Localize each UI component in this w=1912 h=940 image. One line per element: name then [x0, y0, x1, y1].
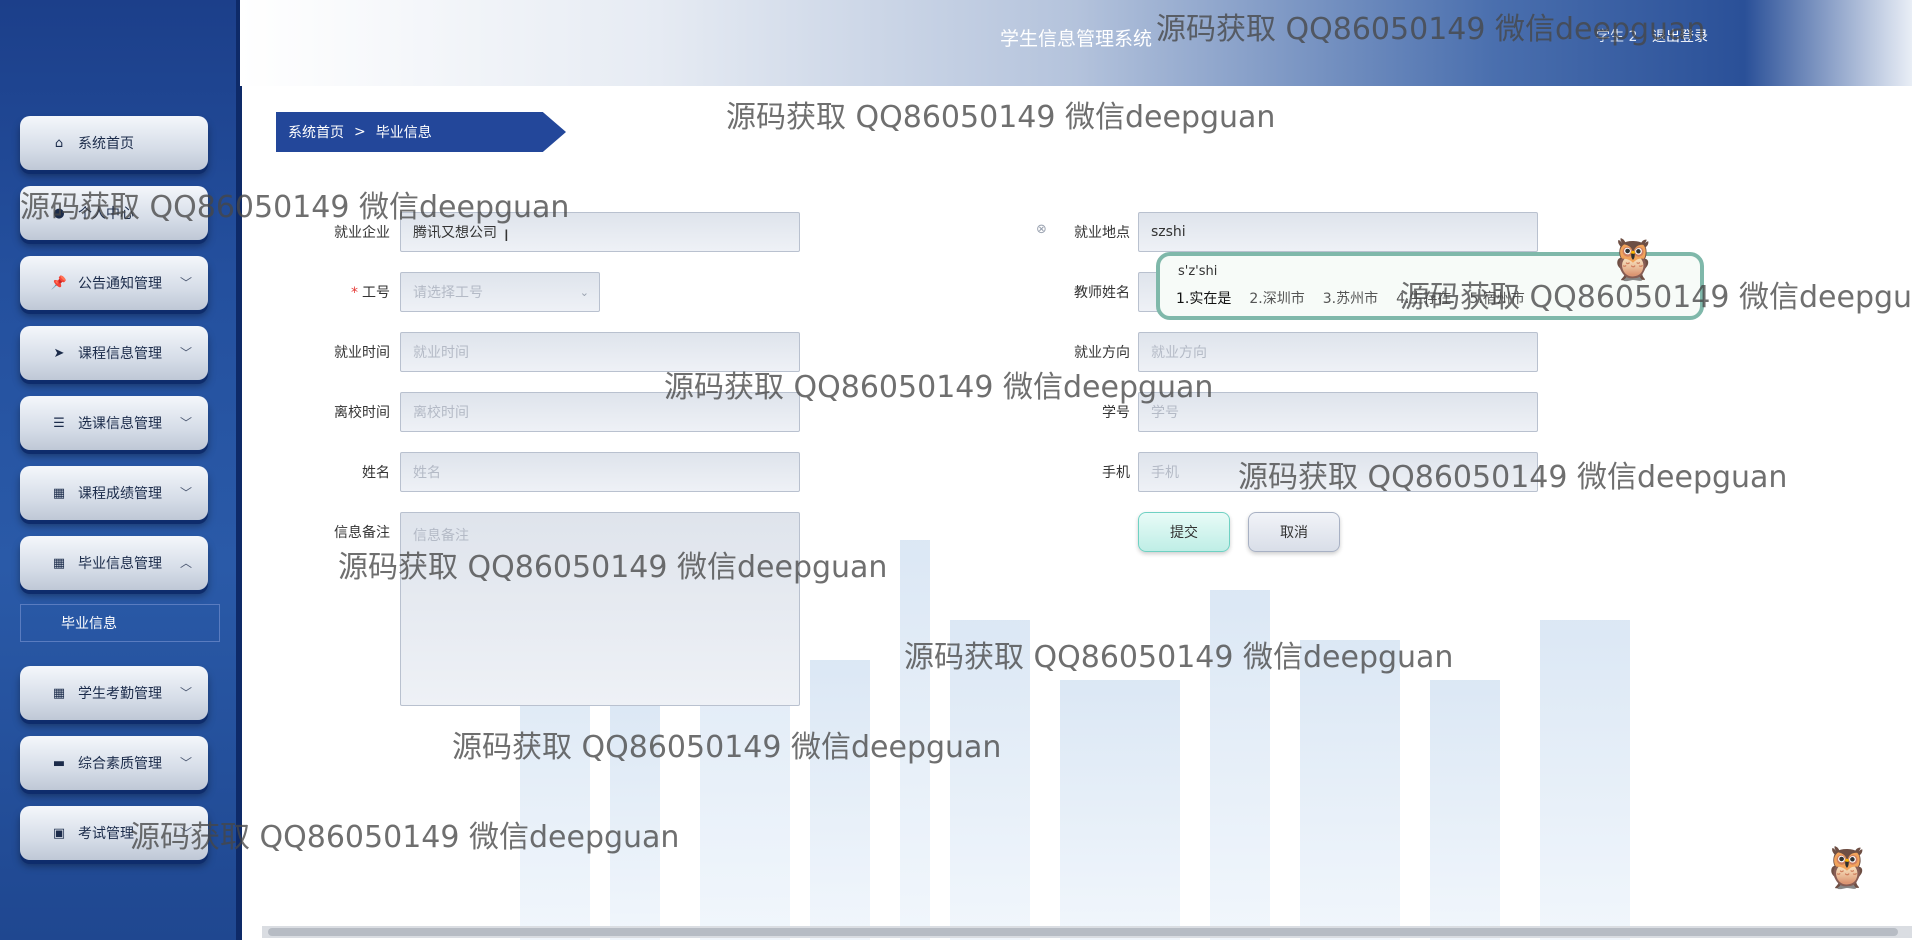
submit-button[interactable]: 提交 — [1138, 512, 1230, 552]
watermark: 源码获取 QQ86050149 微信deepguan — [904, 640, 1454, 675]
chevron-down-icon: ﹀ — [179, 686, 192, 700]
sidebar-item-8[interactable]: ▬ 综合素质管理 ﹀ — [20, 736, 208, 790]
sidebar-item-label: 选课信息管理 — [78, 416, 162, 432]
app-title: 学生信息管理系统 — [1000, 28, 1153, 50]
required-mark: * — [351, 285, 358, 301]
watermark: 源码获取 QQ86050149 微信deepguan — [20, 190, 570, 225]
owl-mascot-icon: 🦉 — [1822, 845, 1872, 891]
watermark: 源码获取 QQ86050149 微信deepguan — [452, 730, 1002, 765]
label-job-no-text: 工号 — [362, 285, 390, 301]
label-location: 就业地点 — [1074, 225, 1130, 241]
chevron-down-icon: ﹀ — [179, 756, 192, 770]
watermark: 源码获取 QQ86050149 微信deepguan — [726, 100, 1276, 135]
home-icon: ⌂ — [54, 135, 64, 151]
text-cursor-icon: I — [504, 226, 509, 245]
breadcrumb-separator: > — [354, 124, 366, 140]
grid-icon: ▦ — [52, 555, 66, 571]
chevron-down-icon: ﹀ — [179, 416, 192, 430]
label-remark: 信息备注 — [334, 525, 390, 541]
sliders-icon: ☰ — [53, 415, 65, 431]
sidebar-item-4[interactable]: ☰ 选课信息管理 ﹀ — [20, 396, 208, 450]
breadcrumb: 系统首页 > 毕业信息 — [276, 112, 566, 152]
laptop-icon: ▬ — [52, 755, 66, 771]
label-job-no: * 工号 — [290, 282, 390, 302]
label-phone: 手机 — [1102, 465, 1130, 481]
chevron-down-icon: ⌄ — [579, 285, 589, 299]
sidebar-item-5[interactable]: ▦ 课程成绩管理 ﹀ — [20, 466, 208, 520]
grid-icon: ▦ — [52, 685, 66, 701]
pin-icon: 📌 — [50, 275, 68, 291]
watermark: 源码获取 QQ86050149 微信deepguan — [1156, 12, 1706, 47]
watermark: 源码获取 QQ86050149 微信deepguan — [664, 370, 1214, 405]
wallet-icon: ▣ — [52, 825, 66, 841]
chevron-down-icon: ﹀ — [179, 486, 192, 500]
sidebar-item-0[interactable]: ⌂ 系统首页 — [20, 116, 208, 170]
sidebar-item-label: 课程信息管理 — [78, 346, 162, 362]
watermark: 源码获取 QQ86050149 微信deepguan — [1238, 460, 1788, 495]
sidebar-item-6[interactable]: ▦ 毕业信息管理 ︿ — [20, 536, 208, 590]
label-name: 姓名 — [362, 465, 390, 481]
chevron-up-icon: ︿ — [179, 556, 192, 570]
sidebar-item-label: 学生考勤管理 — [78, 686, 162, 702]
ime-candidate[interactable]: 3.苏州市 — [1323, 288, 1378, 308]
label-leave-time: 离校时间 — [334, 405, 390, 421]
ime-composition: s'z'shi — [1178, 264, 1218, 279]
send-icon: ➤ — [53, 345, 65, 361]
watermark: 源码获取 QQ86050149 微信deepguan — [130, 820, 680, 855]
sidebar-item-label: 毕业信息管理 — [78, 556, 162, 572]
sidebar-item-label: 课程成绩管理 — [78, 486, 162, 502]
scrollbar-thumb[interactable] — [268, 928, 1898, 936]
grid-icon: ▦ — [52, 485, 66, 501]
watermark: 源码获取 QQ86050149 微信deepguan — [1400, 280, 1912, 315]
label-direction: 就业方向 — [1074, 345, 1130, 361]
ime-candidate[interactable]: 1.实在是 — [1176, 288, 1231, 308]
sidebar-item-label: 考试管理 — [78, 826, 134, 842]
watermark: 源码获取 QQ86050149 微信deepguan — [338, 550, 888, 585]
breadcrumb-current: 毕业信息 — [375, 125, 432, 141]
ime-candidate[interactable]: 2.深圳市 — [1249, 288, 1304, 308]
location-input[interactable]: szshi — [1138, 212, 1538, 252]
chevron-down-icon: ﹀ — [179, 276, 192, 290]
sidebar-subitem-graduation-info[interactable]: 毕业信息 — [20, 604, 220, 642]
job-no-select[interactable]: 请选择工号 ⌄ — [400, 272, 600, 312]
breadcrumb-home[interactable]: 系统首页 — [288, 122, 344, 142]
sidebar-item-3[interactable]: ➤ 课程信息管理 ﹀ — [20, 326, 208, 380]
cancel-button[interactable]: 取消 — [1248, 512, 1340, 552]
job-no-placeholder: 请选择工号 — [413, 285, 483, 301]
sidebar-item-7[interactable]: ▦ 学生考勤管理 ﹀ — [20, 666, 208, 720]
horizontal-scrollbar[interactable] — [262, 926, 1912, 938]
sidebar-item-label: 公告通知管理 — [78, 276, 162, 292]
sidebar-item-label: 系统首页 — [78, 136, 134, 152]
sidebar-edge — [236, 0, 242, 940]
label-employ-time: 就业时间 — [334, 345, 390, 361]
sidebar-item-label: 综合素质管理 — [78, 756, 162, 772]
sidebar-item-2[interactable]: 📌 公告通知管理 ﹀ — [20, 256, 208, 310]
name-input[interactable]: 姓名 — [400, 452, 800, 492]
label-teacher-name: 教师姓名 — [1074, 285, 1130, 301]
chevron-down-icon: ﹀ — [179, 346, 192, 360]
